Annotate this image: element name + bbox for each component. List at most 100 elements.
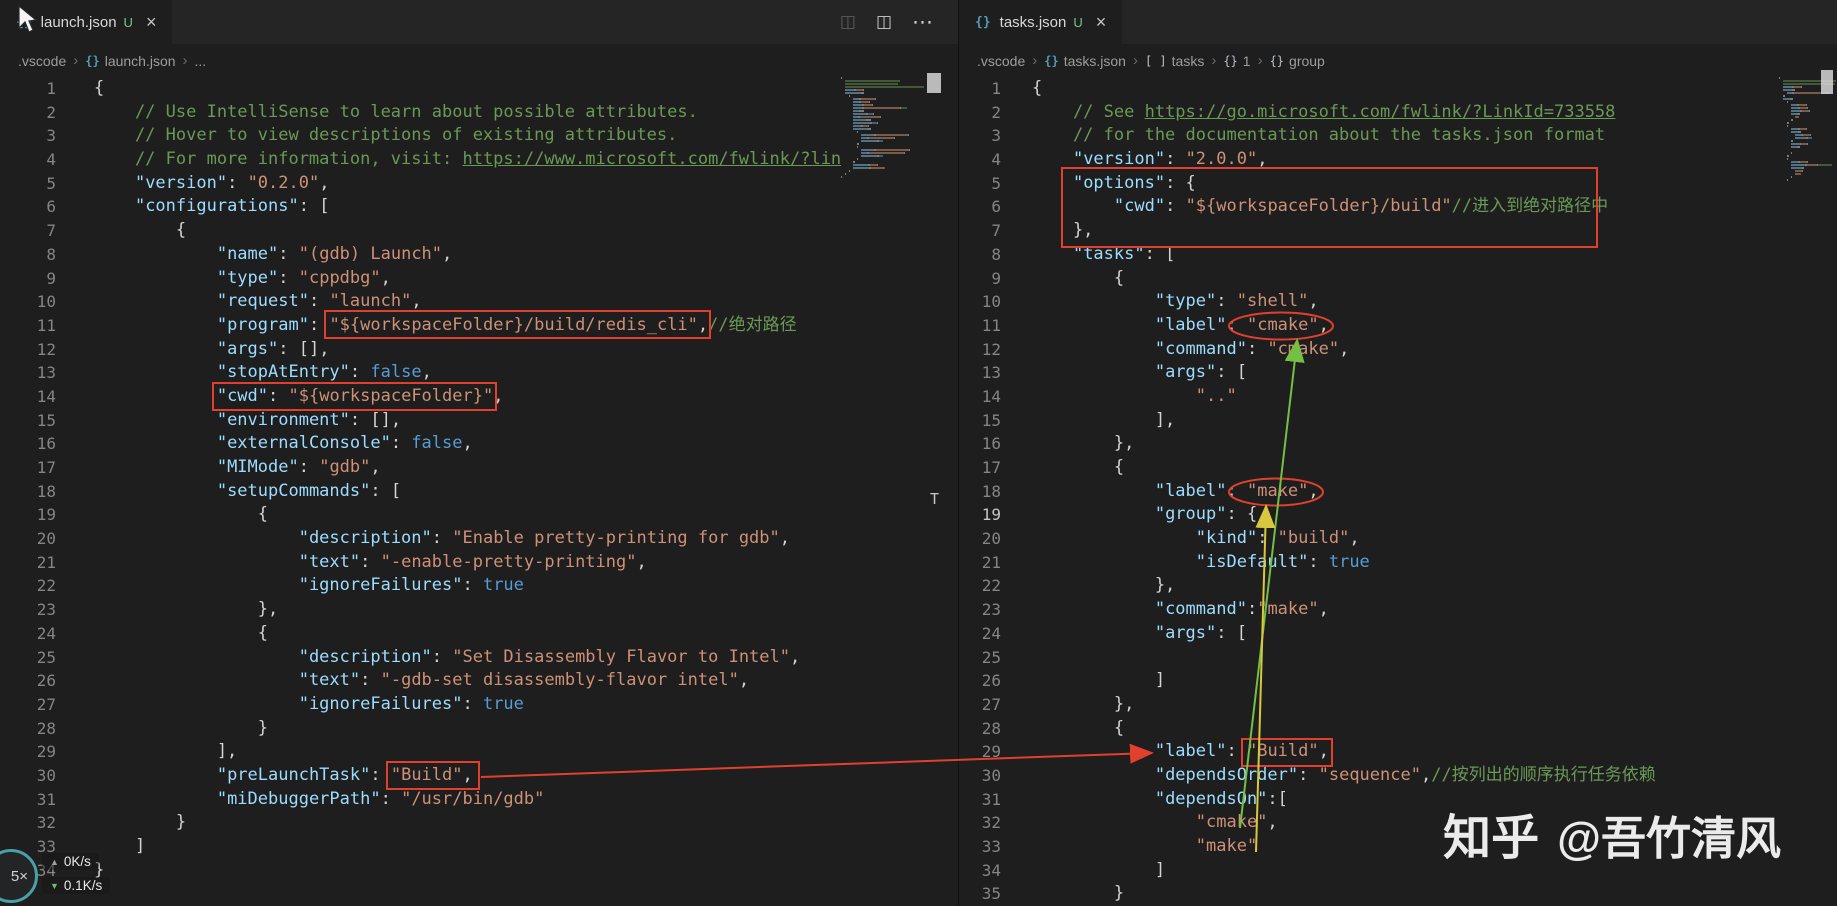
line-number[interactable]: 31	[959, 788, 1001, 812]
code-line[interactable]: 28 }	[0, 717, 841, 741]
code-line[interactable]: 11 "label": "cmake",	[959, 314, 1779, 338]
line-number[interactable]: 13	[959, 361, 1001, 385]
line-number[interactable]: 17	[959, 456, 1001, 480]
code-line[interactable]: 18 "setupCommands": [	[0, 480, 841, 504]
line-number[interactable]: 2	[959, 101, 1001, 125]
split-editor-icon[interactable]: ◫	[876, 12, 892, 32]
code-editor-tasks-json[interactable]: 1{2 // See https://go.microsoft.com/fwli…	[959, 77, 1779, 906]
code-line[interactable]: 17 "MIMode": "gdb",	[0, 456, 841, 480]
breadcrumb-item[interactable]: {}group	[1270, 53, 1325, 69]
line-number[interactable]: 10	[959, 290, 1001, 314]
code-line[interactable]: 20 "description": "Enable pretty-printin…	[0, 527, 841, 551]
line-number[interactable]: 7	[959, 219, 1001, 243]
line-number[interactable]: 27	[959, 693, 1001, 717]
code-line[interactable]: 1{	[0, 77, 841, 101]
line-number[interactable]: 21	[0, 551, 56, 575]
line-number[interactable]: 9	[0, 267, 56, 291]
line-number[interactable]: 26	[959, 669, 1001, 693]
tab-launch-json[interactable]: {} launch.json U ×	[0, 0, 173, 44]
line-number[interactable]: 23	[959, 598, 1001, 622]
minimap[interactable]	[841, 77, 925, 477]
line-number[interactable]: 32	[959, 811, 1001, 835]
code-line[interactable]: 19 "group": {	[959, 503, 1779, 527]
line-number[interactable]: 23	[0, 598, 56, 622]
line-number[interactable]: 26	[0, 669, 56, 693]
code-line[interactable]: 14 "cwd": "${workspaceFolder}",	[0, 385, 841, 409]
code-line[interactable]: 14 ".."	[959, 385, 1779, 409]
line-number[interactable]: 29	[959, 740, 1001, 764]
line-number[interactable]: 29	[0, 740, 56, 764]
line-number[interactable]: 13	[0, 361, 56, 385]
code-line[interactable]: 16 },	[959, 432, 1779, 456]
line-number[interactable]: 8	[959, 243, 1001, 267]
code-line[interactable]: 8 "tasks": [	[959, 243, 1779, 267]
line-number[interactable]: 4	[0, 148, 56, 172]
code-line[interactable]: 11 "program": "${workspaceFolder}/build/…	[0, 314, 841, 338]
code-line[interactable]: 8 "name": "(gdb) Launch",	[0, 243, 841, 267]
line-number[interactable]: 17	[0, 456, 56, 480]
code-line[interactable]: 9 "type": "cppdbg",	[0, 267, 841, 291]
line-number[interactable]: 11	[0, 314, 56, 338]
line-number[interactable]: 18	[959, 480, 1001, 504]
open-changes-icon[interactable]: ◫	[840, 12, 856, 32]
minimap[interactable]	[1779, 77, 1837, 477]
more-actions-icon[interactable]: ⋯	[912, 10, 934, 35]
line-number[interactable]: 16	[0, 432, 56, 456]
line-number[interactable]: 34	[959, 859, 1001, 883]
line-number[interactable]: 33	[959, 835, 1001, 859]
line-number[interactable]: 28	[0, 717, 56, 741]
code-line[interactable]: 16 "externalConsole": false,	[0, 432, 841, 456]
code-line[interactable]: 25 "description": "Set Disassembly Flavo…	[0, 646, 841, 670]
line-number[interactable]: 25	[959, 646, 1001, 670]
breadcrumb-item[interactable]: {}1	[1223, 53, 1250, 69]
code-line[interactable]: 27 },	[959, 693, 1779, 717]
code-line[interactable]: 15 ],	[959, 409, 1779, 433]
code-line[interactable]: 29 "label": "Build",	[959, 740, 1779, 764]
code-line[interactable]: 17 {	[959, 456, 1779, 480]
line-number[interactable]: 8	[0, 243, 56, 267]
breadcrumb-item[interactable]: .vscode	[18, 53, 66, 69]
code-line[interactable]: 2 // Use IntelliSense to learn about pos…	[0, 101, 841, 125]
code-line[interactable]: 26 ]	[959, 669, 1779, 693]
line-number[interactable]: 15	[959, 409, 1001, 433]
code-line[interactable]: 4 // For more information, visit: https:…	[0, 148, 841, 172]
code-line[interactable]: 26 "text": "-gdb-set disassembly-flavor …	[0, 669, 841, 693]
code-line[interactable]: 2 // See https://go.microsoft.com/fwlink…	[959, 101, 1779, 125]
code-line[interactable]: 23 },	[0, 598, 841, 622]
code-editor-launch-json[interactable]: 1{2 // Use IntelliSense to learn about p…	[0, 77, 841, 906]
line-number[interactable]: 30	[959, 764, 1001, 788]
line-number[interactable]: 12	[959, 338, 1001, 362]
line-number[interactable]: 24	[959, 622, 1001, 646]
line-number[interactable]: 14	[959, 385, 1001, 409]
line-number[interactable]: 12	[0, 338, 56, 362]
code-line[interactable]: 12 "args": [],	[0, 338, 841, 362]
code-line[interactable]: 22 },	[959, 574, 1779, 598]
code-line[interactable]: 20 "kind": "build",	[959, 527, 1779, 551]
line-number[interactable]: 31	[0, 788, 56, 812]
line-number[interactable]: 20	[0, 527, 56, 551]
code-line[interactable]: 5 "options": {	[959, 172, 1779, 196]
line-number[interactable]: 9	[959, 267, 1001, 291]
tab-tasks-json[interactable]: {} tasks.json U ×	[959, 0, 1123, 44]
line-number[interactable]: 14	[0, 385, 56, 409]
code-line[interactable]: 4 "version": "2.0.0",	[959, 148, 1779, 172]
line-number[interactable]: 32	[0, 811, 56, 835]
code-line[interactable]: 27 "ignoreFailures": true	[0, 693, 841, 717]
code-line[interactable]: 5 "version": "0.2.0",	[0, 172, 841, 196]
line-number[interactable]: 10	[0, 290, 56, 314]
close-icon[interactable]: ×	[1096, 13, 1107, 31]
line-number[interactable]: 1	[0, 77, 56, 101]
code-line[interactable]: 35 }	[959, 882, 1779, 906]
line-number[interactable]: 2	[0, 101, 56, 125]
breadcrumb-item[interactable]: {}tasks.json	[1044, 53, 1126, 69]
code-line[interactable]: 7 {	[0, 219, 841, 243]
line-number[interactable]: 18	[0, 480, 56, 504]
line-number[interactable]: 19	[959, 503, 1001, 527]
code-line[interactable]: 23 "command":"make",	[959, 598, 1779, 622]
code-line[interactable]: 29 ],	[0, 740, 841, 764]
code-line[interactable]: 6 "cwd": "${workspaceFolder}/build"//进入到…	[959, 195, 1779, 219]
breadcrumb-item[interactable]: {}launch.json	[85, 53, 175, 69]
code-line[interactable]: 32 }	[0, 811, 841, 835]
breadcrumb-item[interactable]: [ ]tasks	[1145, 53, 1204, 69]
line-number[interactable]: 25	[0, 646, 56, 670]
